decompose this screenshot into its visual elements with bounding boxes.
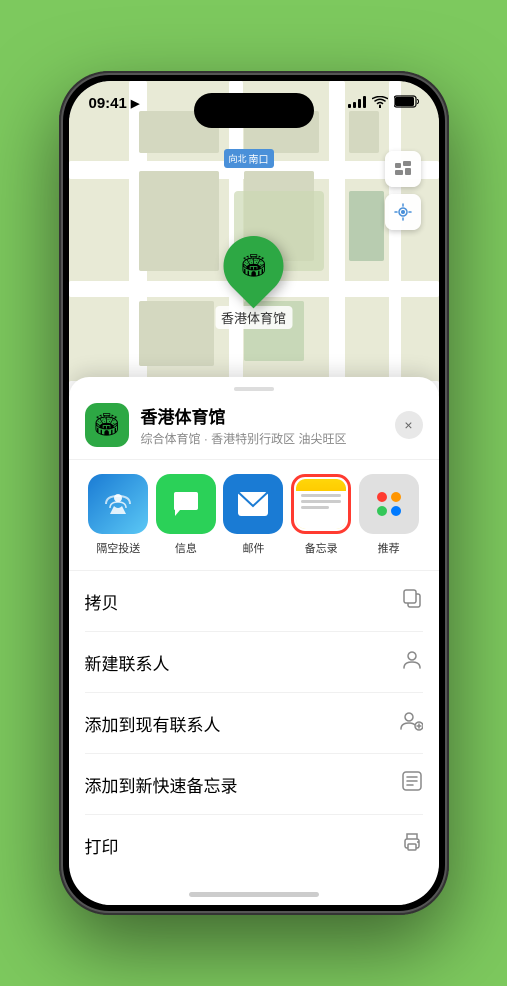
pin-icon: 🏟 bbox=[211, 224, 296, 309]
signal-bar-4 bbox=[363, 96, 366, 108]
action-new-contact[interactable]: 新建联系人 bbox=[85, 632, 423, 693]
copy-label: 拷贝 bbox=[85, 589, 119, 614]
add-contact-icon bbox=[399, 709, 423, 737]
signal-bar-3 bbox=[358, 99, 361, 108]
more-dots bbox=[377, 492, 401, 516]
place-subtitle: 综合体育馆 · 香港特别行政区 油尖旺区 bbox=[141, 430, 383, 447]
place-info: 香港体育馆 综合体育馆 · 香港特别行政区 油尖旺区 bbox=[141, 403, 383, 447]
map-label: 向北 南口 bbox=[224, 149, 274, 168]
new-contact-icon bbox=[401, 648, 423, 676]
add-existing-contact-label: 添加到现有联系人 bbox=[85, 711, 221, 736]
notes-line bbox=[301, 494, 341, 497]
mail-icon-wrap bbox=[223, 474, 283, 534]
action-add-existing-contact[interactable]: 添加到现有联系人 bbox=[85, 693, 423, 754]
signal-bar-1 bbox=[348, 104, 351, 108]
notes-icon-lines bbox=[296, 491, 346, 529]
messages-icon bbox=[170, 488, 202, 520]
battery-icon bbox=[394, 95, 419, 108]
mail-label: 邮件 bbox=[242, 540, 264, 556]
print-icon bbox=[401, 831, 423, 859]
notes-icon-top bbox=[296, 479, 346, 491]
signal-icon bbox=[348, 96, 366, 108]
place-icon: 🏟 bbox=[85, 403, 129, 447]
mail-icon bbox=[237, 491, 269, 517]
action-quick-note[interactable]: 添加到新快速备忘录 bbox=[85, 754, 423, 815]
location-arrow-icon: ▶ bbox=[131, 97, 139, 110]
status-time: 09:41 ▶ bbox=[89, 95, 140, 112]
map-controls bbox=[385, 151, 421, 230]
home-indicator bbox=[189, 892, 319, 897]
more-label: 推荐 bbox=[378, 540, 400, 556]
close-icon: × bbox=[404, 417, 412, 433]
share-item-mail[interactable]: 邮件 bbox=[220, 474, 288, 556]
share-item-airdrop[interactable]: 隔空投送 bbox=[85, 474, 153, 556]
more-icon-wrap bbox=[359, 474, 419, 534]
messages-label: 信息 bbox=[175, 540, 197, 556]
time-label: 09:41 bbox=[89, 95, 127, 112]
new-contact-label: 新建联系人 bbox=[85, 650, 170, 675]
messages-icon-wrap bbox=[156, 474, 216, 534]
map-label-text: 南口 bbox=[249, 151, 269, 166]
action-list: 拷贝 新建联系人 添加到现有联系人 bbox=[69, 571, 439, 875]
phone-frame: 09:41 ▶ bbox=[59, 71, 449, 915]
share-item-more[interactable]: 推荐 bbox=[355, 474, 423, 556]
dynamic-island bbox=[194, 93, 314, 128]
airdrop-icon-wrap bbox=[88, 474, 148, 534]
location-button[interactable] bbox=[385, 194, 421, 230]
share-item-notes[interactable]: 备忘录 bbox=[287, 474, 355, 556]
close-button[interactable]: × bbox=[395, 411, 423, 439]
location-pin: 🏟 香港体育馆 bbox=[215, 236, 292, 329]
status-icons bbox=[348, 95, 419, 108]
pin-label: 香港体育馆 bbox=[215, 306, 292, 329]
notes-icon-wrap bbox=[291, 474, 351, 534]
share-item-messages[interactable]: 信息 bbox=[152, 474, 220, 556]
signal-bar-2 bbox=[353, 102, 356, 108]
pin-emoji: 🏟 bbox=[240, 253, 268, 279]
bottom-sheet: 🏟 香港体育馆 综合体育馆 · 香港特别行政区 油尖旺区 × bbox=[69, 377, 439, 905]
copy-icon bbox=[401, 587, 423, 615]
phone-screen: 09:41 ▶ bbox=[69, 81, 439, 905]
place-header: 🏟 香港体育馆 综合体育馆 · 香港特别行政区 油尖旺区 × bbox=[69, 391, 439, 460]
quick-note-label: 添加到新快速备忘录 bbox=[85, 772, 238, 797]
notes-line bbox=[301, 506, 329, 509]
notes-label: 备忘录 bbox=[305, 540, 338, 556]
action-print[interactable]: 打印 bbox=[85, 815, 423, 875]
airdrop-icon bbox=[102, 488, 134, 520]
share-row: 隔空投送 信息 bbox=[69, 460, 439, 571]
airdrop-label: 隔空投送 bbox=[96, 540, 140, 556]
action-copy[interactable]: 拷贝 bbox=[85, 571, 423, 632]
notes-icon bbox=[296, 479, 346, 529]
place-name: 香港体育馆 bbox=[141, 403, 383, 428]
quick-note-icon bbox=[401, 770, 423, 798]
print-label: 打印 bbox=[85, 833, 119, 858]
wifi-icon bbox=[372, 96, 388, 108]
notes-line bbox=[301, 500, 341, 503]
map-type-button[interactable] bbox=[385, 151, 421, 187]
